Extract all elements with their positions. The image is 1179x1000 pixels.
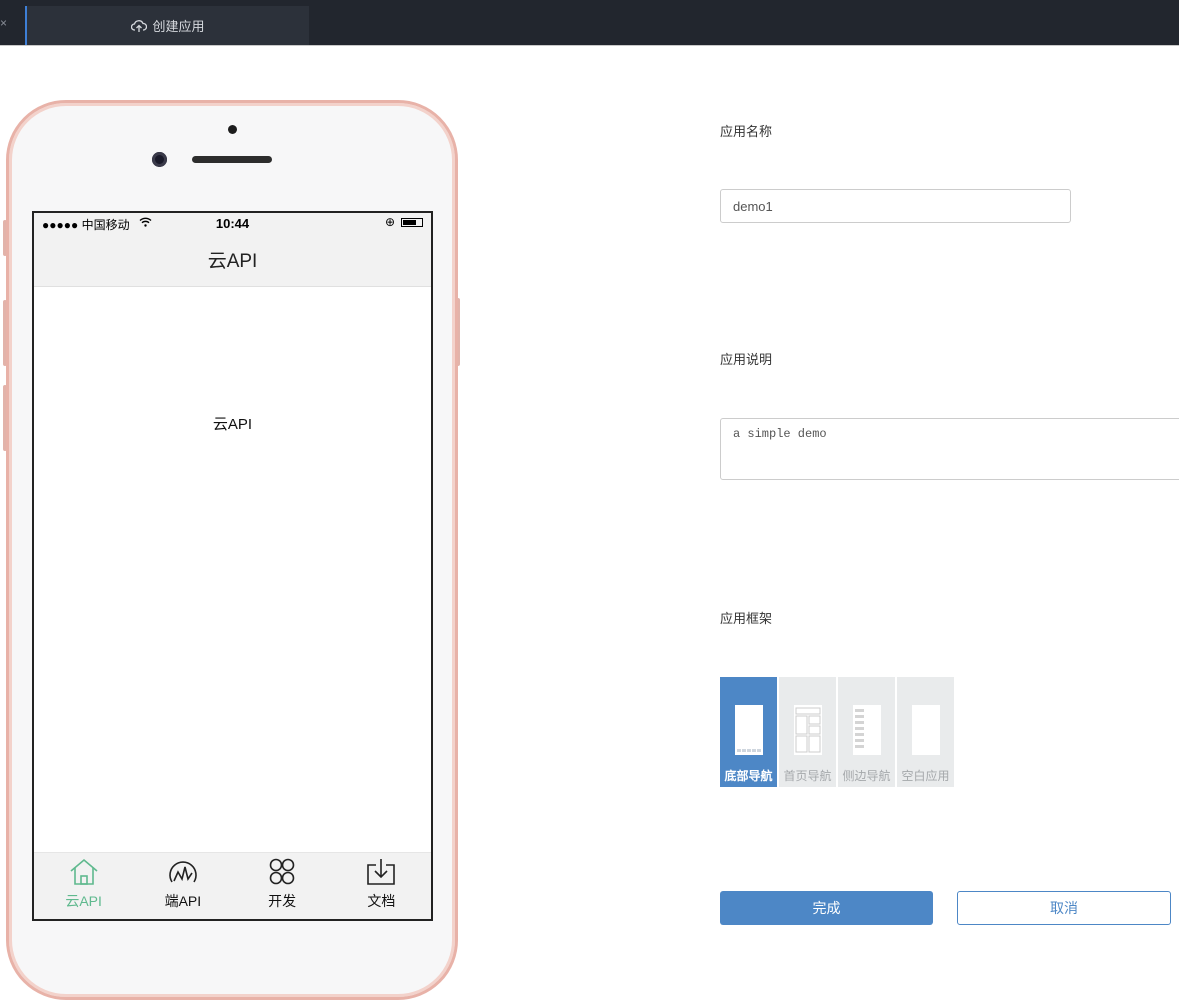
phone-tab-bar: 云API 端API 开发 文档 bbox=[34, 852, 431, 919]
done-button[interactable]: 完成 bbox=[720, 891, 933, 925]
home-icon bbox=[70, 858, 98, 885]
phone-speaker bbox=[192, 156, 272, 163]
status-time: 10:44 bbox=[215, 216, 250, 231]
phone-tab-device-api[interactable]: 端API bbox=[133, 853, 232, 919]
home-nav-layout-icon bbox=[794, 705, 822, 755]
phone-tab-docs[interactable]: 文档 bbox=[332, 853, 431, 919]
framework-side-nav[interactable]: 侧边导航 bbox=[838, 677, 895, 787]
app-description-input[interactable]: a simple demo bbox=[720, 418, 1179, 480]
phone-tab-label: 文档 bbox=[367, 893, 396, 909]
phone-tab-develop[interactable]: 开发 bbox=[233, 853, 332, 919]
framework-blank-app[interactable]: 空白应用 bbox=[897, 677, 954, 787]
phone-nav-title: 云API bbox=[34, 233, 431, 287]
app-description-label: 应用说明 bbox=[720, 352, 773, 367]
framework-name: 空白应用 bbox=[901, 769, 950, 783]
framework-name: 侧边导航 bbox=[842, 769, 891, 783]
phone-tab-label: 云API bbox=[65, 893, 102, 909]
bottom-nav-layout-icon bbox=[735, 705, 763, 755]
download-tray-icon bbox=[367, 859, 396, 885]
phone-screen: ●●●●● 中国移动 10:44 ⊕ 云API 云API 云API 端API 开… bbox=[32, 211, 433, 921]
framework-name: 首页导航 bbox=[783, 769, 832, 783]
framework-bottom-nav[interactable]: 底部导航 bbox=[720, 677, 777, 787]
framework-name: 底部导航 bbox=[724, 769, 773, 783]
tab-create-app[interactable]: 创建应用 bbox=[25, 6, 309, 45]
app-framework-label: 应用框架 bbox=[720, 611, 773, 626]
blank-layout-icon bbox=[912, 705, 940, 755]
cloud-upload-icon bbox=[131, 19, 148, 32]
battery-icon bbox=[401, 218, 423, 227]
app-name-label: 应用名称 bbox=[720, 124, 773, 139]
phone-content-text: 云API bbox=[212, 416, 253, 433]
four-circles-icon bbox=[269, 858, 295, 885]
window-tab-bar: × 创建应用 bbox=[0, 0, 1179, 46]
rotation-lock-icon: ⊕ bbox=[384, 215, 395, 229]
phone-sensor bbox=[228, 125, 237, 134]
framework-selector: 底部导航 首页导航 侧边导航 空白应用 bbox=[720, 677, 956, 787]
close-tab-button[interactable]: × bbox=[0, 16, 10, 30]
phone-tab-label: 开发 bbox=[268, 893, 297, 909]
phone-camera bbox=[152, 152, 167, 167]
phone-tab-cloud-api[interactable]: 云API bbox=[34, 853, 133, 919]
framework-home-nav[interactable]: 首页导航 bbox=[779, 677, 836, 787]
signal-icon bbox=[169, 861, 197, 883]
status-bar: ●●●●● 中国移动 10:44 ⊕ bbox=[34, 213, 431, 233]
tab-label: 创建应用 bbox=[152, 19, 205, 34]
cancel-button[interactable]: 取消 bbox=[957, 891, 1171, 925]
app-name-input[interactable] bbox=[720, 189, 1071, 223]
side-nav-layout-icon bbox=[853, 705, 881, 755]
divider bbox=[0, 45, 1179, 46]
phone-tab-label: 端API bbox=[164, 893, 202, 909]
